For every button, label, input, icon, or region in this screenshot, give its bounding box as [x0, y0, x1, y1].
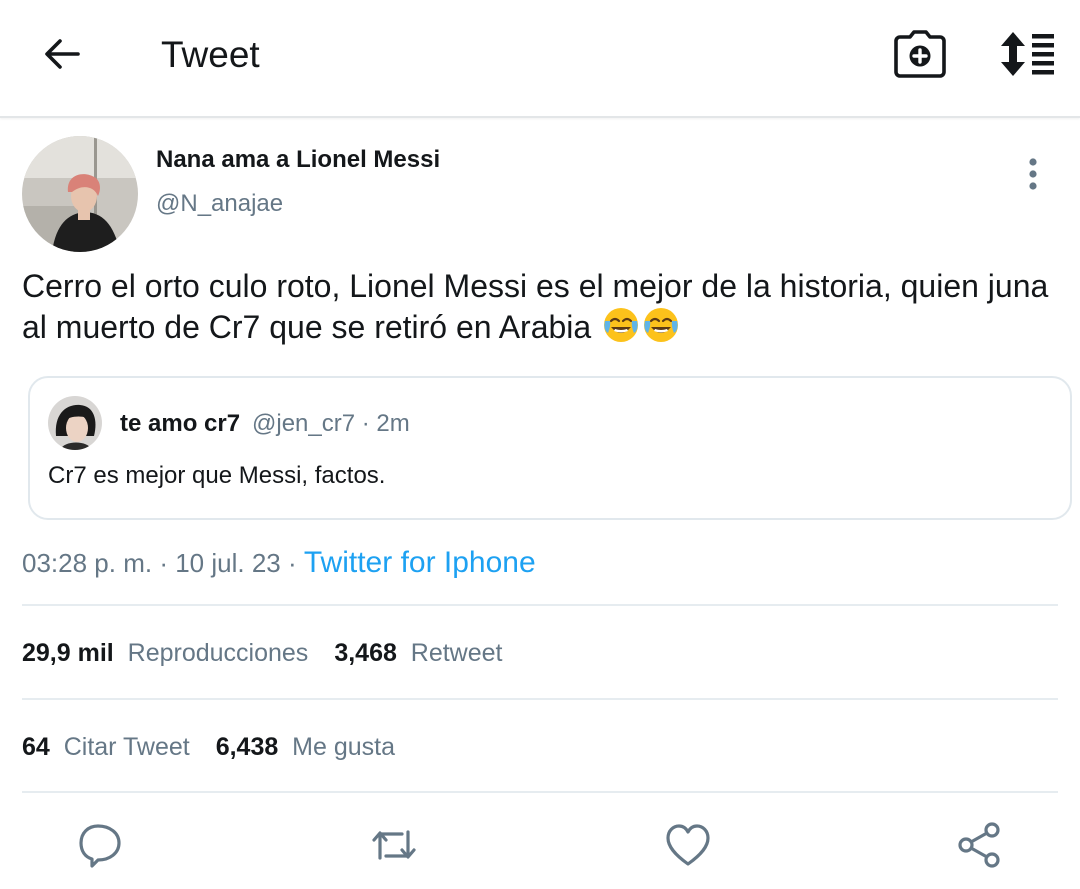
retweets-label[interactable]: Retweet [411, 639, 503, 667]
tweet-source-link[interactable]: Twitter for Iphone [304, 546, 536, 579]
quoted-author-handle: @jen_cr7 [252, 410, 356, 437]
face-with-tears-of-joy-icon [644, 308, 679, 342]
retweets-count[interactable]: 3,468 [334, 639, 397, 667]
tweet-timestamp-line: 03:28 p. m. · 10 jul. 23 · Twitter for I… [22, 546, 536, 580]
views-label: Reproducciones [127, 639, 309, 667]
author-avatar[interactable] [22, 136, 138, 252]
quoted-tweet-card[interactable]: te amo cr7 @jen_cr7 · 2m Cr7 es mejor qu… [28, 376, 1072, 520]
quoted-tweet-age: · 2m [361, 410, 410, 437]
divider [22, 791, 1058, 793]
share-icon[interactable] [956, 820, 1004, 870]
sort-list-icon[interactable] [996, 30, 1056, 78]
stats-row-views-retweets: 29,9 mil Reproducciones 3,468 Retweet [22, 639, 503, 668]
quoted-author-name: te amo cr7 [120, 410, 241, 437]
likes-label[interactable]: Me gusta [292, 733, 395, 761]
quoted-author-meta: @jen_cr7 · 2m [252, 410, 410, 438]
tweet-date: 10 jul. 23 [175, 548, 281, 578]
author-handle[interactable]: @N_anajae [156, 190, 283, 218]
page-title: Tweet [161, 34, 260, 75]
author-name[interactable]: Nana ama a Lionel Messi [156, 146, 440, 174]
reply-icon[interactable] [76, 820, 124, 870]
stats-row-quotes-likes: 64 Citar Tweet 6,438 Me gusta [22, 733, 395, 762]
quoted-author-avatar[interactable] [48, 396, 102, 450]
camera-add-icon[interactable] [892, 28, 948, 80]
face-with-tears-of-joy-icon [604, 308, 639, 342]
divider [22, 698, 1058, 700]
meta-separator: · [159, 548, 168, 578]
back-arrow-icon[interactable] [38, 30, 86, 78]
top-app-bar: Tweet [0, 0, 1080, 118]
likes-count[interactable]: 6,438 [216, 733, 279, 761]
quoted-tweet-text: Cr7 es mejor que Messi, factos. [48, 462, 386, 489]
tweet-time: 03:28 p. m. [22, 548, 153, 578]
divider [22, 604, 1058, 606]
views-count: 29,9 mil [22, 639, 114, 667]
tweet-body: Cerro el orto culo roto, Lionel Messi es… [22, 268, 1049, 345]
tweet-text: Cerro el orto culo roto, Lionel Messi es… [22, 266, 1062, 347]
more-options-icon[interactable] [1018, 156, 1048, 192]
quotes-label[interactable]: Citar Tweet [64, 733, 190, 761]
meta-separator: · [287, 548, 297, 578]
retweet-icon[interactable] [370, 820, 418, 870]
quotes-count[interactable]: 64 [22, 733, 50, 761]
like-icon[interactable] [664, 820, 712, 870]
